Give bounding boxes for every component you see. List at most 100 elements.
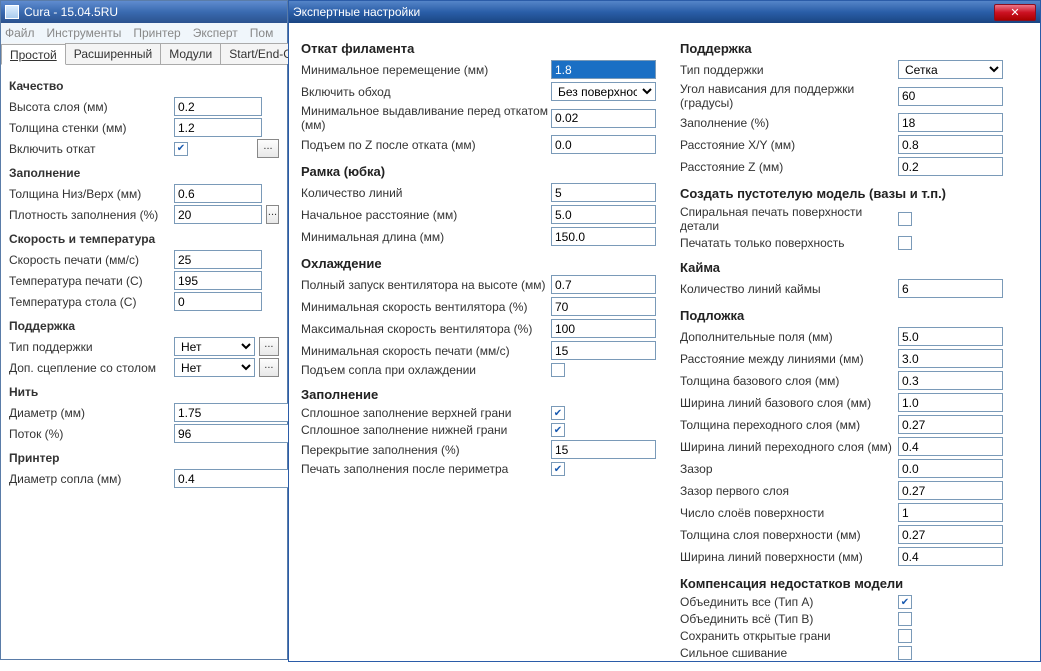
skirt-distance-input[interactable] — [551, 205, 656, 224]
support-fill-input[interactable] — [898, 113, 1003, 132]
skirt-minlen-label: Минимальная длина (мм) — [301, 230, 551, 244]
support-more-button[interactable]: ... — [259, 337, 279, 356]
bed-temp-input[interactable] — [174, 292, 262, 311]
raft-first-gap-input[interactable] — [898, 481, 1003, 500]
surface-only-checkbox[interactable] — [898, 236, 912, 250]
min-travel-input[interactable]: 1.8 — [551, 60, 656, 79]
menu-file[interactable]: Файл — [5, 26, 35, 40]
bed-temp-label: Температура стола (C) — [9, 295, 174, 309]
close-button[interactable]: ✕ — [994, 4, 1036, 21]
wall-thickness-label: Толщина стенки (мм) — [9, 121, 174, 135]
hdr-raft: Подложка — [680, 308, 1028, 323]
infill-more-button[interactable]: ... — [266, 205, 279, 224]
min-speed-input[interactable] — [551, 341, 656, 360]
support-type-exp-select[interactable]: Сетка — [898, 60, 1003, 79]
support-xy-input[interactable] — [898, 135, 1003, 154]
wall-thickness-input[interactable] — [174, 118, 262, 137]
fix-b-label: Объединить всё (Тип B) — [680, 612, 898, 626]
retraction-more-button[interactable]: ... — [257, 139, 279, 158]
overlap-input[interactable] — [551, 440, 656, 459]
min-extrude-label: Минимальное выдавливание перед откатом (… — [301, 104, 551, 132]
hdr-speed: Скорость и температура — [9, 232, 279, 246]
tab-strip: Простой Расширенный Модули Start/End-GCo… — [1, 43, 287, 65]
hdr-support: Поддержка — [9, 319, 279, 333]
after-perim-checkbox[interactable]: ✔ — [551, 462, 565, 476]
menu-help[interactable]: Пом — [250, 26, 274, 40]
support-angle-input[interactable] — [898, 87, 1003, 106]
topbottom-label: Толщина Низ/Верх (мм) — [9, 187, 174, 201]
adhesion-label: Доп. сцепление со столом — [9, 361, 174, 375]
retraction-enable-checkbox[interactable]: ✔ — [174, 142, 188, 156]
tab-advanced[interactable]: Расширенный — [65, 43, 162, 64]
nozzle-input[interactable] — [174, 469, 294, 488]
hdr-hollow: Создать пустотелую модель (вазы и т.п.) — [680, 186, 1028, 201]
spiral-checkbox[interactable] — [898, 212, 912, 226]
raft-surf-layers-input[interactable] — [898, 503, 1003, 522]
hdr-filament: Нить — [9, 385, 279, 399]
print-temp-input[interactable] — [174, 271, 262, 290]
raft-base-width-input[interactable] — [898, 393, 1003, 412]
infill-density-label: Плотность заполнения (%) — [9, 208, 174, 222]
combing-select[interactable]: Без поверхности — [551, 82, 656, 101]
zhop-input[interactable] — [551, 135, 656, 154]
menu-tools[interactable]: Инструменты — [47, 26, 122, 40]
skirt-minlen-input[interactable] — [551, 227, 656, 246]
raft-line-spacing-input[interactable] — [898, 349, 1003, 368]
lift-head-label: Подъем сопла при охлаждении — [301, 363, 551, 377]
raft-gap-input[interactable] — [898, 459, 1003, 478]
fix-stitch-checkbox[interactable] — [898, 646, 912, 660]
hdr-cooling: Охлаждение — [301, 256, 656, 271]
solid-bot-checkbox[interactable]: ✔ — [551, 423, 565, 437]
expert-window-title: Экспертные настройки — [293, 5, 420, 19]
raft-margin-input[interactable] — [898, 327, 1003, 346]
raft-line-spacing-label: Расстояние между линиями (мм) — [680, 352, 898, 366]
fix-open-checkbox[interactable] — [898, 629, 912, 643]
adhesion-select[interactable]: Нет — [174, 358, 255, 377]
retraction-enable-label: Включить откат — [9, 142, 174, 156]
fix-stitch-label: Сильное сшивание — [680, 646, 898, 660]
layer-height-input[interactable] — [174, 97, 262, 116]
support-fill-label: Заполнение (%) — [680, 116, 898, 130]
nozzle-label: Диаметр сопла (мм) — [9, 472, 174, 486]
support-type-select[interactable]: Нет — [174, 337, 255, 356]
hdr-skirt: Рамка (юбка) — [301, 164, 656, 179]
infill-density-input[interactable] — [174, 205, 262, 224]
hdr-printer: Принтер — [9, 451, 279, 465]
close-icon: ✕ — [1010, 6, 1019, 19]
fix-b-checkbox[interactable] — [898, 612, 912, 626]
spiral-label: Спиральная печать поверхности детали — [680, 205, 898, 233]
full-fan-input[interactable] — [551, 275, 656, 294]
fix-a-checkbox[interactable]: ✔ — [898, 595, 912, 609]
tab-simple[interactable]: Простой — [1, 44, 66, 65]
fix-a-label: Объединить все (Тип A) — [680, 595, 898, 609]
raft-surf-width-label: Ширина линий поверхности (мм) — [680, 550, 898, 564]
solid-bot-label: Сплошное заполнение нижней грани — [301, 423, 551, 437]
print-speed-input[interactable] — [174, 250, 262, 269]
hdr-brim: Кайма — [680, 260, 1028, 275]
solid-top-label: Сплошное заполнение верхней грани — [301, 406, 551, 420]
adhesion-more-button[interactable]: ... — [259, 358, 279, 377]
max-fan-input[interactable] — [551, 319, 656, 338]
solid-top-checkbox[interactable]: ✔ — [551, 406, 565, 420]
raft-surf-width-input[interactable] — [898, 547, 1003, 566]
hdr-retract: Откат филамента — [301, 41, 656, 56]
flow-label: Поток (%) — [9, 427, 174, 441]
min-extrude-input[interactable] — [551, 109, 656, 128]
lift-head-checkbox[interactable] — [551, 363, 565, 377]
raft-surf-thick-input[interactable] — [898, 525, 1003, 544]
support-angle-label: Угол нависания для поддержки (градусы) — [680, 82, 898, 110]
raft-first-gap-label: Зазор первого слоя — [680, 484, 898, 498]
min-fan-input[interactable] — [551, 297, 656, 316]
tab-plugins[interactable]: Модули — [160, 43, 221, 64]
brim-lines-input[interactable] — [898, 279, 1003, 298]
skirt-lines-input[interactable] — [551, 183, 656, 202]
flow-input[interactable] — [174, 424, 294, 443]
topbottom-input[interactable] — [174, 184, 262, 203]
raft-base-thick-input[interactable] — [898, 371, 1003, 390]
diameter-input[interactable] — [174, 403, 294, 422]
raft-iface-width-input[interactable] — [898, 437, 1003, 456]
menu-expert[interactable]: Эксперт — [193, 26, 238, 40]
menu-printer[interactable]: Принтер — [133, 26, 180, 40]
support-z-input[interactable] — [898, 157, 1003, 176]
raft-iface-thick-input[interactable] — [898, 415, 1003, 434]
